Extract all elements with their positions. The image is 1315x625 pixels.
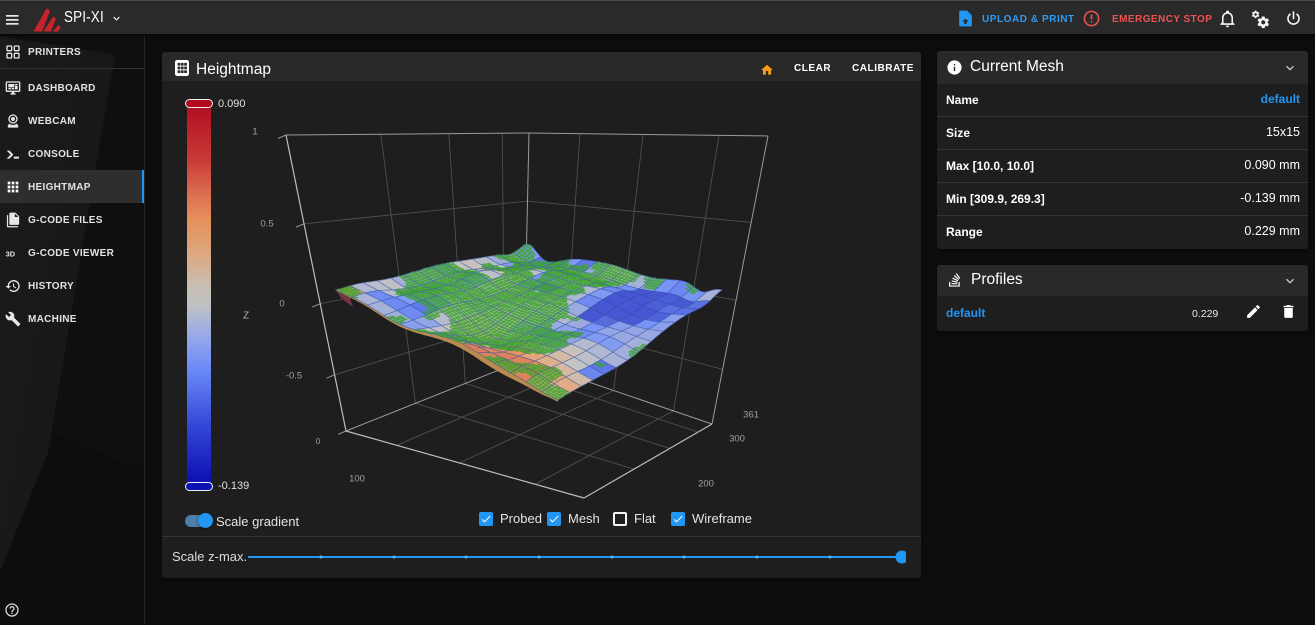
- svg-text:0.5: 0.5: [260, 218, 273, 229]
- svg-text:0: 0: [316, 437, 321, 446]
- svg-text:Z: Z: [243, 311, 249, 322]
- svg-text:300: 300: [729, 433, 745, 444]
- svg-text:3D: 3D: [6, 249, 15, 258]
- svg-text:200: 200: [698, 478, 714, 489]
- svg-text:-0.5: -0.5: [286, 370, 302, 381]
- svg-text:100: 100: [349, 473, 365, 484]
- svg-text:1: 1: [252, 126, 257, 137]
- svg-text:0: 0: [279, 298, 284, 309]
- svg-text:361: 361: [743, 409, 759, 420]
